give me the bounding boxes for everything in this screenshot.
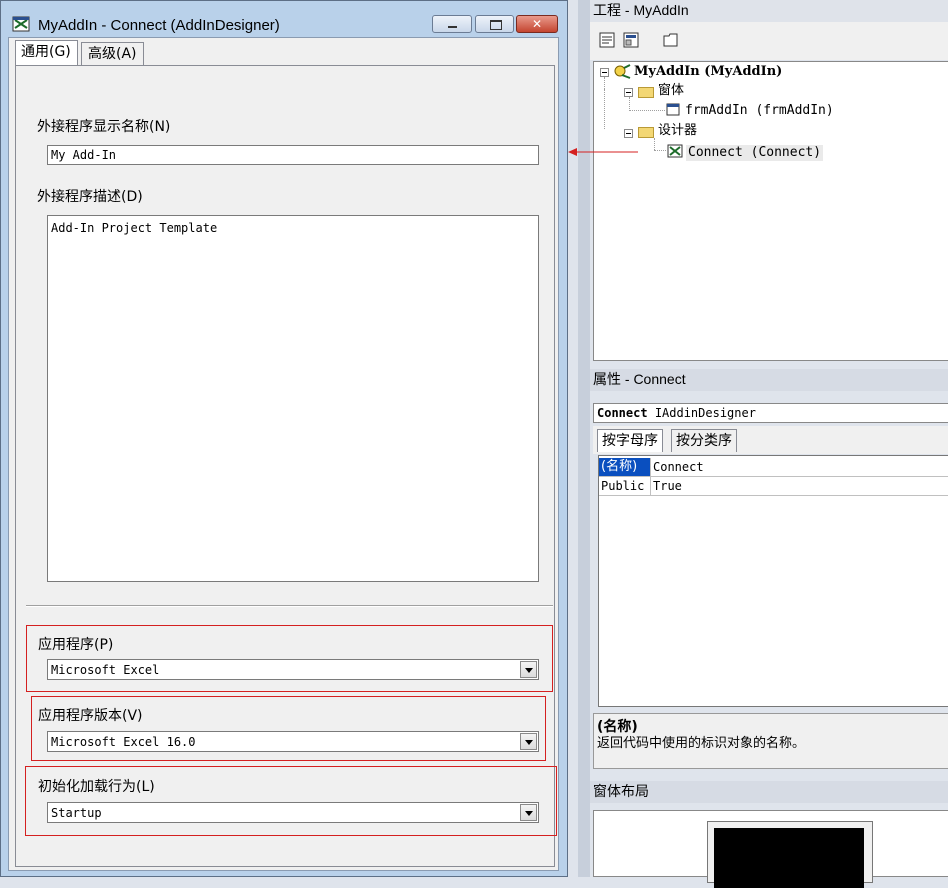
description-label: 外接程序描述(D) [37,189,143,205]
folder-icon [638,87,654,98]
close-icon: ✕ [531,17,543,31]
general-tab-page: 外接程序显示名称(N) My Add-In 外接程序描述(D) Add-In P… [15,65,557,867]
tree-root[interactable]: MyAddIn (MyAddIn) [634,64,782,80]
dropdown-arrow-icon[interactable] [520,804,537,821]
object-selector[interactable]: Connect IAddinDesigner [593,403,948,423]
tab-alphabetic[interactable]: 按字母序 [597,429,663,452]
form-layout-area [593,810,948,888]
tree-folder-designers[interactable]: 设计器 [658,123,697,139]
property-row[interactable]: Public True [599,477,948,496]
project-explorer-toolbar [590,22,948,60]
form-layout-title: 窗体布局 [590,781,948,803]
close-button[interactable]: ✕ [516,15,558,33]
property-value[interactable]: Connect [653,458,704,476]
app-version-dropdown[interactable]: Microsoft Excel 16.0 [47,731,539,752]
object-name: Connect [597,406,648,420]
property-description: (名称) 返回代码中使用的标识对象的名称。 [593,713,948,769]
form-icon [666,103,680,116]
description-body: 返回代码中使用的标识对象的名称。 [597,736,806,751]
title-bar[interactable]: MyAddIn - Connect (AddInDesigner) ✕ [1,1,567,37]
tab-categorized[interactable]: 按分类序 [671,429,737,452]
minimize-icon [448,26,457,28]
folder-icon [638,127,654,138]
display-name-label: 外接程序显示名称(N) [37,119,171,135]
properties-tabs: 按字母序 按分类序 [593,426,948,454]
tree-item-frmaddin[interactable]: frmAddIn (frmAddIn) [685,103,834,119]
tree-folder-forms[interactable]: 窗体 [658,83,684,99]
app-version-label: 应用程序版本(V) [38,708,143,724]
property-value[interactable]: True [653,477,682,495]
app-version-value: Microsoft Excel 16.0 [51,735,196,749]
load-behavior-value: Startup [51,806,102,820]
collapse-forms-icon[interactable] [624,88,633,97]
minimize-button[interactable] [432,15,472,33]
property-name: (名称) [599,458,651,476]
collapse-root-icon[interactable] [600,68,609,77]
load-behavior-dropdown[interactable]: Startup [47,802,539,823]
property-name: Public [599,477,651,495]
application-value: Microsoft Excel [51,663,160,677]
view-object-icon[interactable] [623,32,639,48]
project-tree: MyAddIn (MyAddIn) 窗体 frmAddIn (frmAddIn)… [593,61,948,361]
designer-icon [667,144,683,158]
properties-title: 属性 - Connect [590,369,948,391]
separator [26,605,553,607]
description-title: (名称) [597,719,638,735]
monitor-preview [707,821,873,888]
application-dropdown[interactable]: Microsoft Excel [47,659,539,680]
view-code-icon[interactable] [599,32,615,48]
load-behavior-label: 初始化加载行为(L) [38,779,155,795]
project-icon [614,64,631,79]
addin-designer-window: MyAddIn - Connect (AddInDesigner) ✕ 通用(G… [0,0,568,877]
dialog-client: 通用(G) 高级(A) 外接程序显示名称(N) My Add-In 外接程序描述… [8,37,559,871]
maximize-icon [490,20,502,30]
ide-splitter[interactable] [578,0,590,877]
project-explorer-title: 工程 - MyAddIn [590,0,948,22]
property-grid: (名称) Connect Public True [598,455,948,707]
monitor-screen[interactable] [714,828,864,888]
tab-general[interactable]: 通用(G) [15,40,78,66]
dropdown-arrow-icon[interactable] [520,733,537,750]
toggle-folders-icon[interactable] [663,32,679,48]
property-row[interactable]: (名称) Connect [599,458,948,477]
window-title: MyAddIn - Connect (AddInDesigner) [38,17,280,34]
annotation-arrow [568,148,638,156]
display-name-input[interactable]: My Add-In [47,145,539,165]
object-type: IAddinDesigner [654,406,756,420]
tab-strip: 通用(G) 高级(A) [9,38,558,66]
tree-item-connect[interactable]: Connect (Connect) [686,145,824,161]
tab-advanced[interactable]: 高级(A) [81,42,144,65]
description-textarea[interactable]: Add-In Project Template [47,215,539,582]
maximize-button[interactable] [475,15,514,33]
application-label: 应用程序(P) [38,637,114,653]
dropdown-arrow-icon[interactable] [520,661,537,678]
designer-icon [12,16,30,32]
collapse-designers-icon[interactable] [624,129,633,138]
ide-background [568,0,578,877]
